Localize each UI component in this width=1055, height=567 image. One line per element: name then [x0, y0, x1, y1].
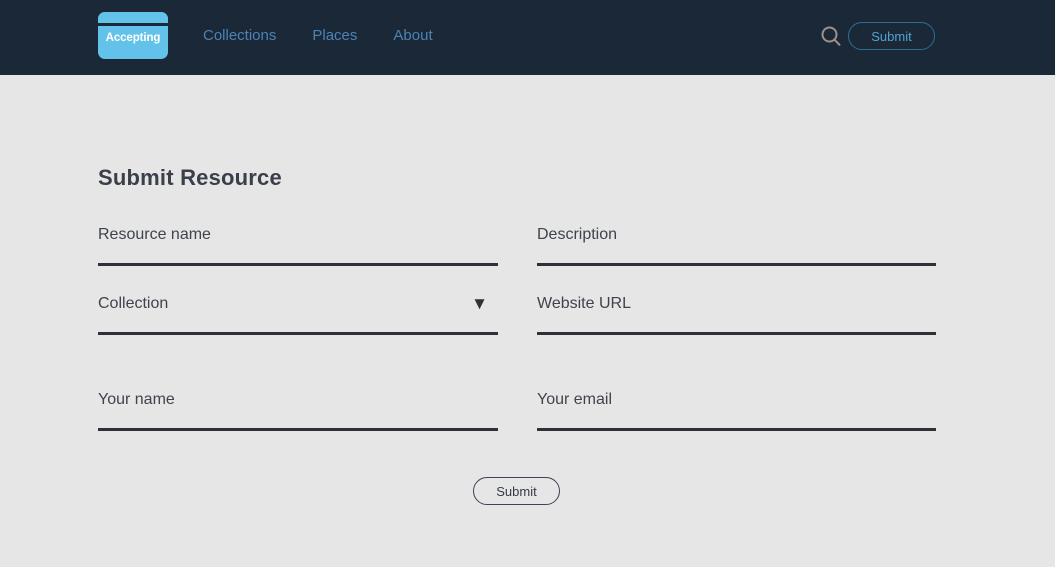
your-email-placeholder: Your email: [537, 391, 613, 408]
nav-link-about[interactable]: About: [393, 26, 432, 45]
page-title: Submit Resource: [98, 164, 282, 190]
form-submit-button[interactable]: Submit: [473, 477, 560, 505]
header-submit-button[interactable]: Submit: [848, 22, 935, 50]
collection-field[interactable]: Collection ▼: [98, 293, 498, 335]
resource-name-field[interactable]: Resource name: [98, 224, 498, 266]
collection-placeholder: Collection: [98, 295, 169, 312]
website-url-placeholder: Website URL: [537, 295, 631, 312]
your-name-field[interactable]: Your name: [98, 389, 498, 431]
collection-underline: [98, 332, 498, 335]
nav-link-collections[interactable]: Collections: [203, 26, 276, 45]
site-header: Accepting Collections Places About Submi…: [0, 0, 1055, 75]
search-icon[interactable]: [818, 24, 844, 50]
your-name-underline: [98, 428, 498, 431]
description-underline: [537, 263, 936, 266]
website-url-field[interactable]: Website URL: [537, 293, 936, 335]
card-logo-icon[interactable]: Accepting: [98, 12, 168, 59]
your-email-underline: [537, 428, 936, 431]
resource-name-underline: [98, 263, 498, 266]
description-placeholder: Description: [537, 226, 618, 243]
logo-top-band: [98, 12, 168, 26]
website-url-underline: [537, 332, 936, 335]
your-name-placeholder: Your name: [98, 391, 175, 408]
chevron-down-icon[interactable]: ▼: [471, 293, 488, 315]
logo-text: Accepting: [105, 32, 161, 44]
primary-nav: Collections Places About: [203, 26, 433, 45]
your-email-field[interactable]: Your email: [537, 389, 936, 431]
description-field[interactable]: Description: [537, 224, 936, 266]
resource-name-placeholder: Resource name: [98, 226, 211, 243]
nav-link-places[interactable]: Places: [312, 26, 357, 45]
